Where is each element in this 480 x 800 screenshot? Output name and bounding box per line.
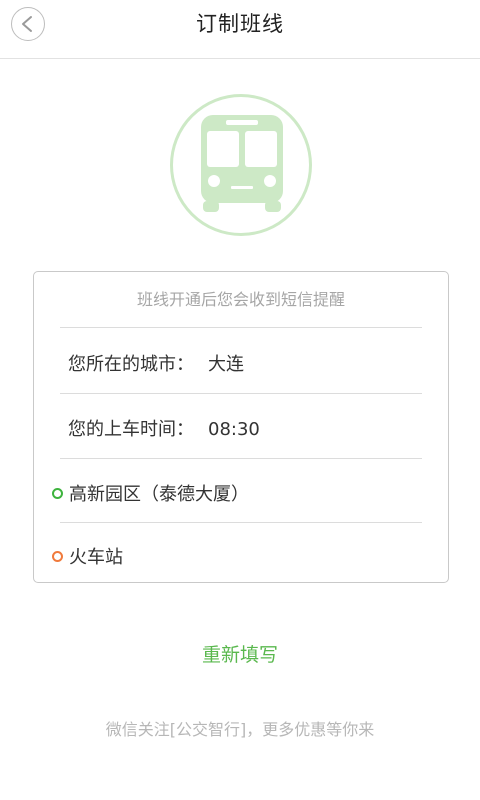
refill-button[interactable]: 重新填写 (0, 640, 480, 667)
end-dot-icon (52, 550, 63, 562)
header-bar: 订制班线 (0, 0, 480, 59)
bus-illustration (170, 94, 312, 236)
start-stop-row: 高新园区（泰德大厦） (52, 480, 249, 506)
divider (60, 458, 422, 459)
time-row: 您的上车时间： 08:30 (68, 415, 260, 441)
start-dot-icon (52, 487, 63, 499)
page-title: 订制班线 (196, 12, 284, 36)
divider (60, 327, 422, 328)
end-stop-row: 火车站 (52, 543, 123, 569)
route-info-card: 班线开通后您会收到短信提醒 您所在的城市： 大连 您的上车时间： 08:30 高新园… (33, 271, 449, 583)
start-stop: 高新园区（泰德大厦） (69, 484, 249, 505)
city-label: 您所在的城市： (68, 354, 194, 375)
wechat-promo-text: 微信关注[公交智行]，更多优惠等你来 (105, 720, 375, 739)
divider (60, 393, 422, 394)
time-value: 08:30 (208, 419, 260, 440)
end-stop: 火车站 (69, 547, 123, 568)
sms-notice: 班线开通后您会收到短信提醒 (136, 290, 345, 309)
divider (60, 522, 422, 523)
city-row: 您所在的城市： 大连 (68, 350, 244, 376)
bus-icon (201, 115, 283, 212)
time-label: 您的上车时间： (68, 419, 194, 440)
city-value: 大连 (208, 354, 244, 375)
back-button[interactable] (11, 7, 45, 41)
back-arrow-icon (22, 16, 32, 32)
